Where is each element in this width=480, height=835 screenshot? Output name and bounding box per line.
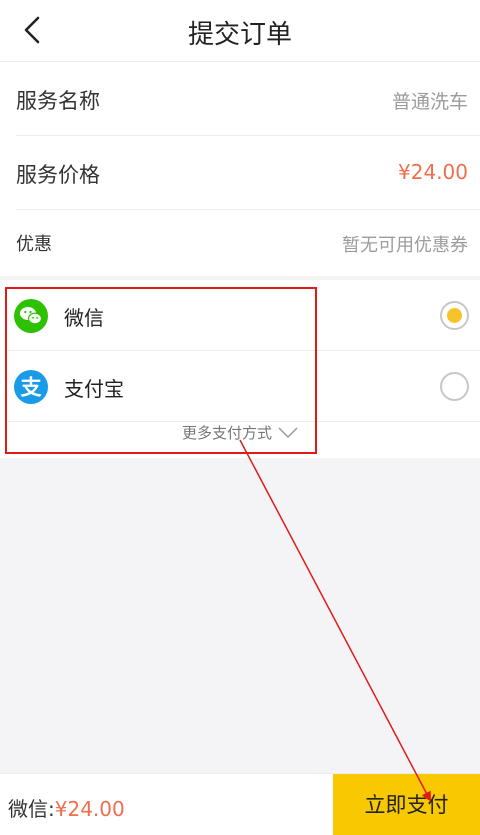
alipay-icon: 支 [14,370,48,404]
service-price-label: 服务价格 [16,163,100,187]
summary-amount: ¥24.00 [54,797,125,821]
more-payment-methods[interactable]: 更多支付方式 [0,422,480,458]
radio-selected-dot [447,308,462,323]
payment-option-alipay[interactable]: 支 支付宝 [8,351,480,422]
service-name-value: 普通洗车 [391,91,468,113]
service-price-value: ¥24.00 [398,160,468,184]
payment-summary: 微信:¥24.00 [8,793,125,822]
bottom-bar: 微信:¥24.00 立即支付 [0,773,480,835]
svg-text:支: 支 [21,376,43,400]
discount-value: 暂无可用优惠券 [342,235,468,256]
alipay-radio[interactable] [440,372,469,401]
order-details: 服务名称 普通洗车 服务价格 ¥24.00 优惠 暂无可用优惠券 [0,62,480,276]
discount-row[interactable]: 优惠 暂无可用优惠券 [16,210,480,276]
alipay-label: 支付宝 [64,377,124,401]
chevron-down-icon [278,426,298,438]
pay-now-button[interactable]: 立即支付 [333,774,480,835]
summary-method: 微信: [8,797,55,821]
top-bar: 提交订单 [0,0,480,62]
wechat-label: 微信 [64,306,104,330]
service-price-row: 服务价格 ¥24.00 [16,136,480,210]
payment-option-wechat[interactable]: 微信 [8,280,480,351]
discount-label: 优惠 [16,234,52,255]
page-title: 提交订单 [187,20,292,50]
wechat-icon [14,299,48,333]
more-payment-label: 更多支付方式 [181,424,272,442]
service-name-row: 服务名称 普通洗车 [16,62,480,136]
payment-methods: 微信 支 支付宝 更多支付方式 [0,280,480,458]
service-name-label: 服务名称 [16,89,100,113]
wechat-radio[interactable] [440,301,469,330]
